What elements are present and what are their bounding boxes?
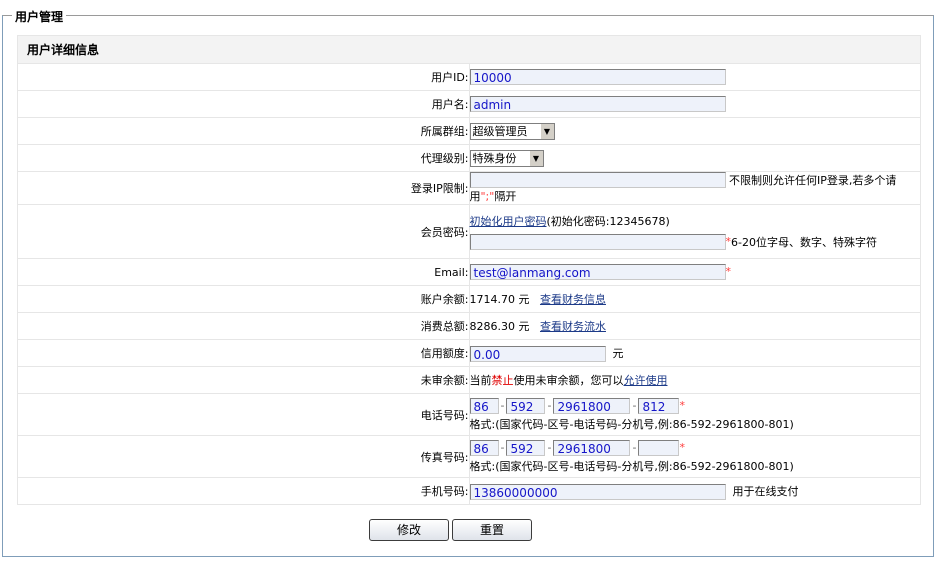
mobile-label: 手机号码: (17, 477, 470, 505)
fax-area-input[interactable]: 592 (506, 439, 546, 456)
row-password: 会员密码: 初始化用户密码(初始化密码:12345678) *6-20位字母、数… (17, 204, 921, 259)
section-title: 用户详细信息 (17, 35, 921, 64)
fax-format-hint: 格式:(国家代码-区号-电话号码-分机号,例:86-592-2961800-80… (469, 459, 794, 473)
row-username: 用户名: admin (17, 90, 921, 118)
ip-limit-input[interactable] (469, 172, 726, 188)
forbidden-status: 禁止 (491, 374, 514, 387)
chevron-down-icon: ▼ (528, 150, 543, 166)
agent-level-selected: 特殊身份 (472, 151, 517, 165)
ip-limit-label: 登录IP限制: (17, 171, 470, 205)
fax-ext-input[interactable] (638, 439, 680, 456)
password-input[interactable] (469, 234, 726, 250)
view-finance-link[interactable]: 查看财务信息 (540, 293, 606, 306)
row-unaudited: 未审余额: 当前禁止使用未审余额，您可以允许使用 (17, 366, 921, 394)
row-mobile: 手机号码: 13860000000 用于在线支付 (17, 477, 921, 505)
allow-use-link[interactable]: 允许使用 (624, 374, 668, 387)
reset-password-link[interactable]: 初始化用户密码 (470, 215, 547, 228)
view-transactions-link[interactable]: 查看财务流水 (540, 320, 606, 333)
user-id-input[interactable]: 10000 (469, 69, 726, 85)
email-input[interactable]: test@lanmang.com (469, 264, 726, 280)
group-select[interactable]: 超级管理员 ▼ (469, 122, 555, 140)
row-total-spent: 消费总额: 8286.30 元 查看财务流水 (17, 312, 921, 340)
credit-unit: 元 (612, 346, 624, 360)
row-group: 所属群组: 超级管理员 ▼ (17, 117, 921, 145)
username-label: 用户名: (17, 90, 470, 118)
user-id-label: 用户ID: (17, 63, 470, 91)
phone-number-input[interactable]: 2961800 (553, 397, 631, 414)
password-label: 会员密码: (17, 204, 470, 259)
total-spent-label: 消费总额: (17, 312, 470, 340)
group-selected: 超级管理员 (472, 124, 528, 138)
group-label: 所属群组: (17, 117, 470, 145)
row-user-id: 用户ID: 10000 (17, 63, 921, 91)
reset-password-note: (初始化密码:12345678) (546, 215, 670, 228)
mobile-input[interactable]: 13860000000 (469, 483, 726, 500)
user-detail-form: 用户详细信息 用户ID: 10000 用户名: admin 所属群组: 超级管理… (17, 35, 921, 505)
required-mark: * (679, 398, 685, 412)
phone-format-hint: 格式:(国家代码-区号-电话号码-分机号,例:86-592-2961800-80… (469, 417, 794, 431)
email-label: Email: (17, 258, 470, 286)
row-credit: 信用额度: 0.00 元 (17, 339, 921, 367)
reset-button[interactable]: 重置 (452, 519, 532, 541)
modify-button[interactable]: 修改 (369, 519, 449, 541)
agent-level-label: 代理级别: (17, 144, 470, 172)
fieldset-legend: 用户管理 (12, 8, 67, 25)
phone-label: 电话号码: (17, 393, 470, 436)
balance-amount: 1714.70 元 (469, 293, 530, 306)
row-fax: 传真号码: 86-592-2961800- * 格式:(国家代码-区号-电话号码-… (17, 435, 921, 478)
fax-label: 传真号码: (17, 435, 470, 478)
row-ip-limit: 登录IP限制: 不限制则允许任何IP登录,若多个请用";"隔开 (17, 171, 921, 205)
fax-number-input[interactable]: 2961800 (553, 439, 631, 456)
balance-label: 账户余额: (17, 285, 470, 313)
username-input[interactable]: admin (469, 96, 726, 112)
unaudited-label: 未审余额: (17, 366, 470, 394)
row-phone: 电话号码: 86-592-2961800-812 * 格式:(国家代码-区号-电话… (17, 393, 921, 436)
unaudited-text: 当前禁止使用未审余额，您可以允许使用 (468, 366, 921, 394)
fax-country-input[interactable]: 86 (469, 439, 499, 456)
phone-country-input[interactable]: 86 (469, 397, 499, 414)
phone-ext-input[interactable]: 812 (638, 397, 680, 414)
required-mark: * (679, 440, 685, 454)
credit-input[interactable]: 0.00 (469, 345, 606, 362)
row-agent-level: 代理级别: 特殊身份 ▼ (17, 144, 921, 172)
row-email: Email: test@lanmang.com * (17, 258, 921, 286)
mobile-note: 用于在线支付 (732, 484, 799, 498)
password-rule: 6-20位字母、数字、特殊字符 (731, 236, 877, 249)
chevron-down-icon: ▼ (539, 123, 554, 139)
agent-level-select[interactable]: 特殊身份 ▼ (469, 149, 544, 167)
phone-area-input[interactable]: 592 (506, 397, 546, 414)
total-spent-amount: 8286.30 元 (469, 320, 530, 333)
credit-label: 信用额度: (17, 339, 470, 367)
row-balance: 账户余额: 1714.70 元 查看财务信息 (17, 285, 921, 313)
required-mark: * (725, 265, 732, 278)
